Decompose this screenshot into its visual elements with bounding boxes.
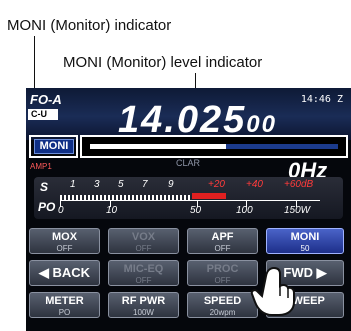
apf-button[interactable]: APF OFF: [187, 228, 258, 254]
s-scale-plus40: +40: [246, 179, 263, 190]
s-scale-5: 5: [118, 179, 124, 190]
back-button[interactable]: ◀ BACK: [29, 260, 100, 286]
rf-pwr-button[interactable]: RF PWR 100W: [108, 292, 179, 318]
back-arrow-icon: ◀: [38, 265, 53, 280]
amp-label: AMP1: [30, 162, 52, 171]
s-scale-plus60: +60dB: [284, 179, 314, 190]
s-scale-1: 1: [70, 179, 76, 190]
vfo-label: FO-A: [30, 92, 62, 107]
callout-moni-indicator: MONI (Monitor) indicator: [7, 17, 172, 34]
s-scale-7: 7: [142, 179, 148, 190]
s-meter-label: S: [40, 180, 49, 194]
s-meter-peak: [192, 193, 226, 199]
s-scale-9: 9: [168, 179, 174, 190]
po-scale-150w: 150W: [284, 205, 311, 216]
po-scale-10: 10: [106, 205, 118, 216]
meter-baseline: [60, 200, 320, 201]
proc-button[interactable]: PROC OFF: [187, 260, 258, 286]
mox-button[interactable]: MOX OFF: [29, 228, 100, 254]
frequency-small-digits: 00: [246, 111, 277, 138]
speed-button[interactable]: SPEED 20wpm: [187, 292, 258, 318]
callout-moni-level-indicator: MONI (Monitor) level indicator: [63, 54, 263, 71]
po-scale-100: 100: [236, 205, 253, 216]
forward-arrow-icon: ▶: [313, 265, 327, 280]
mic-eq-button[interactable]: MIC-EQ OFF: [108, 260, 179, 286]
mode-label: C-U: [28, 109, 58, 120]
moni-level-track: [90, 144, 338, 149]
s-scale-3: 3: [94, 179, 100, 190]
clock: 14:46 Z: [300, 94, 343, 105]
clar-label: CLAR: [176, 158, 201, 168]
meter-button[interactable]: METER PO: [29, 292, 100, 318]
moni-level-indicator: [80, 135, 348, 158]
vox-button[interactable]: VOX OFF: [108, 228, 179, 254]
radio-display: FO-A C-U 14:46 Z 14.02500 MONI AMP1 CLAR…: [26, 88, 351, 331]
s-po-meter: S PO 1 3 5 7 9 +20 +40 +60dB 0 10 50 100…: [34, 177, 343, 219]
po-scale-50: 50: [190, 205, 202, 216]
pointing-hand-icon: [250, 266, 295, 316]
moni-button[interactable]: MONI 50: [266, 228, 344, 254]
moni-level-fill: [90, 144, 227, 149]
s-scale-plus20: +20: [208, 179, 225, 190]
po-meter-label: PO: [38, 200, 56, 214]
po-scale-0: 0: [58, 205, 64, 216]
moni-indicator: MONI: [34, 139, 74, 154]
